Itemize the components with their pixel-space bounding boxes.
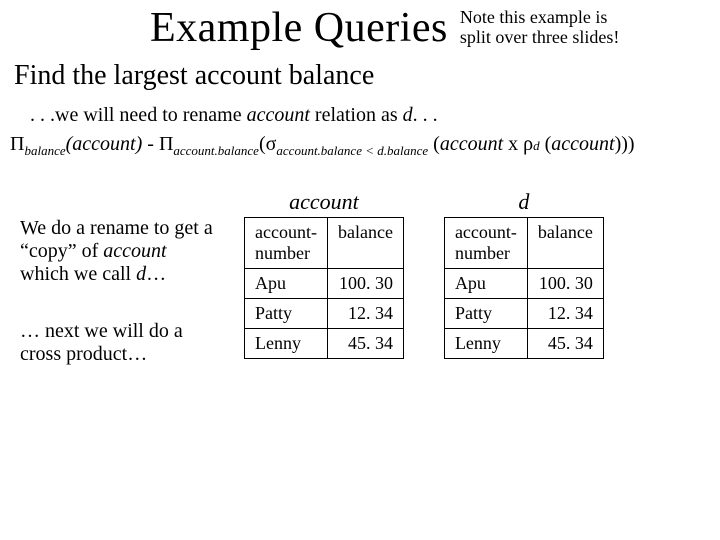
side-paragraph-2: … next we will do a cross product…	[20, 320, 220, 366]
cell-balance: 100. 30	[527, 269, 603, 299]
formula: Πbalance(account) - Πaccount.balance(σac…	[0, 133, 720, 159]
table-row: Patty 12. 34	[444, 299, 603, 329]
rename-mid: relation as	[310, 104, 403, 126]
sub-account-balance: account.balance	[173, 143, 259, 158]
title-row: Example Queries Note this example is spl…	[0, 0, 720, 52]
sub-balance: balance	[24, 143, 65, 158]
table-d: account-number balance Apu 100. 30 Patty…	[444, 217, 604, 359]
paren-open-2: (	[259, 133, 266, 155]
rename-account: account	[247, 104, 310, 126]
sub-d: d	[533, 138, 540, 153]
table-account-wrap: account account-number balance Apu 100. …	[244, 189, 404, 359]
slide-title: Example Queries	[150, 4, 448, 52]
paren-close-3: )))	[615, 133, 635, 155]
rename-suffix: . . .	[413, 104, 438, 126]
side-p1b: which we call	[20, 263, 136, 285]
cell-balance: 100. 30	[327, 269, 403, 299]
pi-symbol-2: Π	[159, 133, 173, 155]
col1-text: account-number	[255, 222, 317, 263]
account-1: account	[72, 133, 135, 155]
sub-condition: account.balance < d.balance	[276, 143, 428, 158]
minus: -	[142, 133, 159, 155]
account-3: account	[551, 133, 614, 155]
table-row: Apu 100. 30	[245, 269, 404, 299]
rename-note: . . .we will need to rename account rela…	[0, 92, 720, 133]
cell-balance: 45. 34	[527, 329, 603, 359]
cell-name: Lenny	[444, 329, 527, 359]
table-account: account-number balance Apu 100. 30 Patty…	[244, 217, 404, 359]
side-text: We do a rename to get a “copy” of accoun…	[20, 189, 220, 400]
subtitle: Find the largest account balance	[0, 52, 720, 92]
table-header-row: account-number balance	[444, 218, 603, 269]
col-account-number: account-number	[444, 218, 527, 269]
rho-symbol: ρ	[523, 133, 533, 155]
cell-name: Apu	[245, 269, 328, 299]
col-balance: balance	[527, 218, 603, 269]
note-line-2: split over three slides!	[460, 27, 619, 47]
account-2: account	[440, 133, 503, 155]
cell-name: Patty	[245, 299, 328, 329]
tables: account account-number balance Apu 100. …	[244, 189, 604, 359]
paren-open-3: (	[433, 133, 440, 155]
table-row: Lenny 45. 34	[444, 329, 603, 359]
table-d-wrap: d account-number balance Apu 100. 30 Pat…	[444, 189, 604, 359]
table-name-d: d	[444, 189, 604, 215]
slide: Example Queries Note this example is spl…	[0, 0, 720, 540]
cell-balance: 45. 34	[327, 329, 403, 359]
slide-note: Note this example is split over three sl…	[460, 8, 645, 48]
side-p1-d: d	[136, 263, 146, 285]
side-p1-account: account	[103, 240, 166, 262]
cell-name: Patty	[444, 299, 527, 329]
col1-text: account-number	[455, 222, 517, 263]
rename-prefix: . . .we will need to rename	[30, 104, 247, 126]
side-paragraph-1: We do a rename to get a “copy” of accoun…	[20, 217, 220, 286]
cell-balance: 12. 34	[527, 299, 603, 329]
table-row: Apu 100. 30	[444, 269, 603, 299]
times: x	[503, 133, 523, 155]
pi-symbol: Π	[10, 133, 24, 155]
note-line-1: Note this example is	[460, 7, 607, 27]
table-row: Patty 12. 34	[245, 299, 404, 329]
col-balance: balance	[327, 218, 403, 269]
lower-area: We do a rename to get a “copy” of accoun…	[0, 159, 720, 400]
side-p1c: …	[146, 263, 166, 285]
cell-name: Lenny	[245, 329, 328, 359]
cell-balance: 12. 34	[327, 299, 403, 329]
cell-name: Apu	[444, 269, 527, 299]
sigma-symbol: σ	[266, 133, 277, 155]
table-row: Lenny 45. 34	[245, 329, 404, 359]
table-name-account: account	[244, 189, 404, 215]
table-header-row: account-number balance	[245, 218, 404, 269]
col-account-number: account-number	[245, 218, 328, 269]
rename-d: d	[403, 104, 413, 126]
